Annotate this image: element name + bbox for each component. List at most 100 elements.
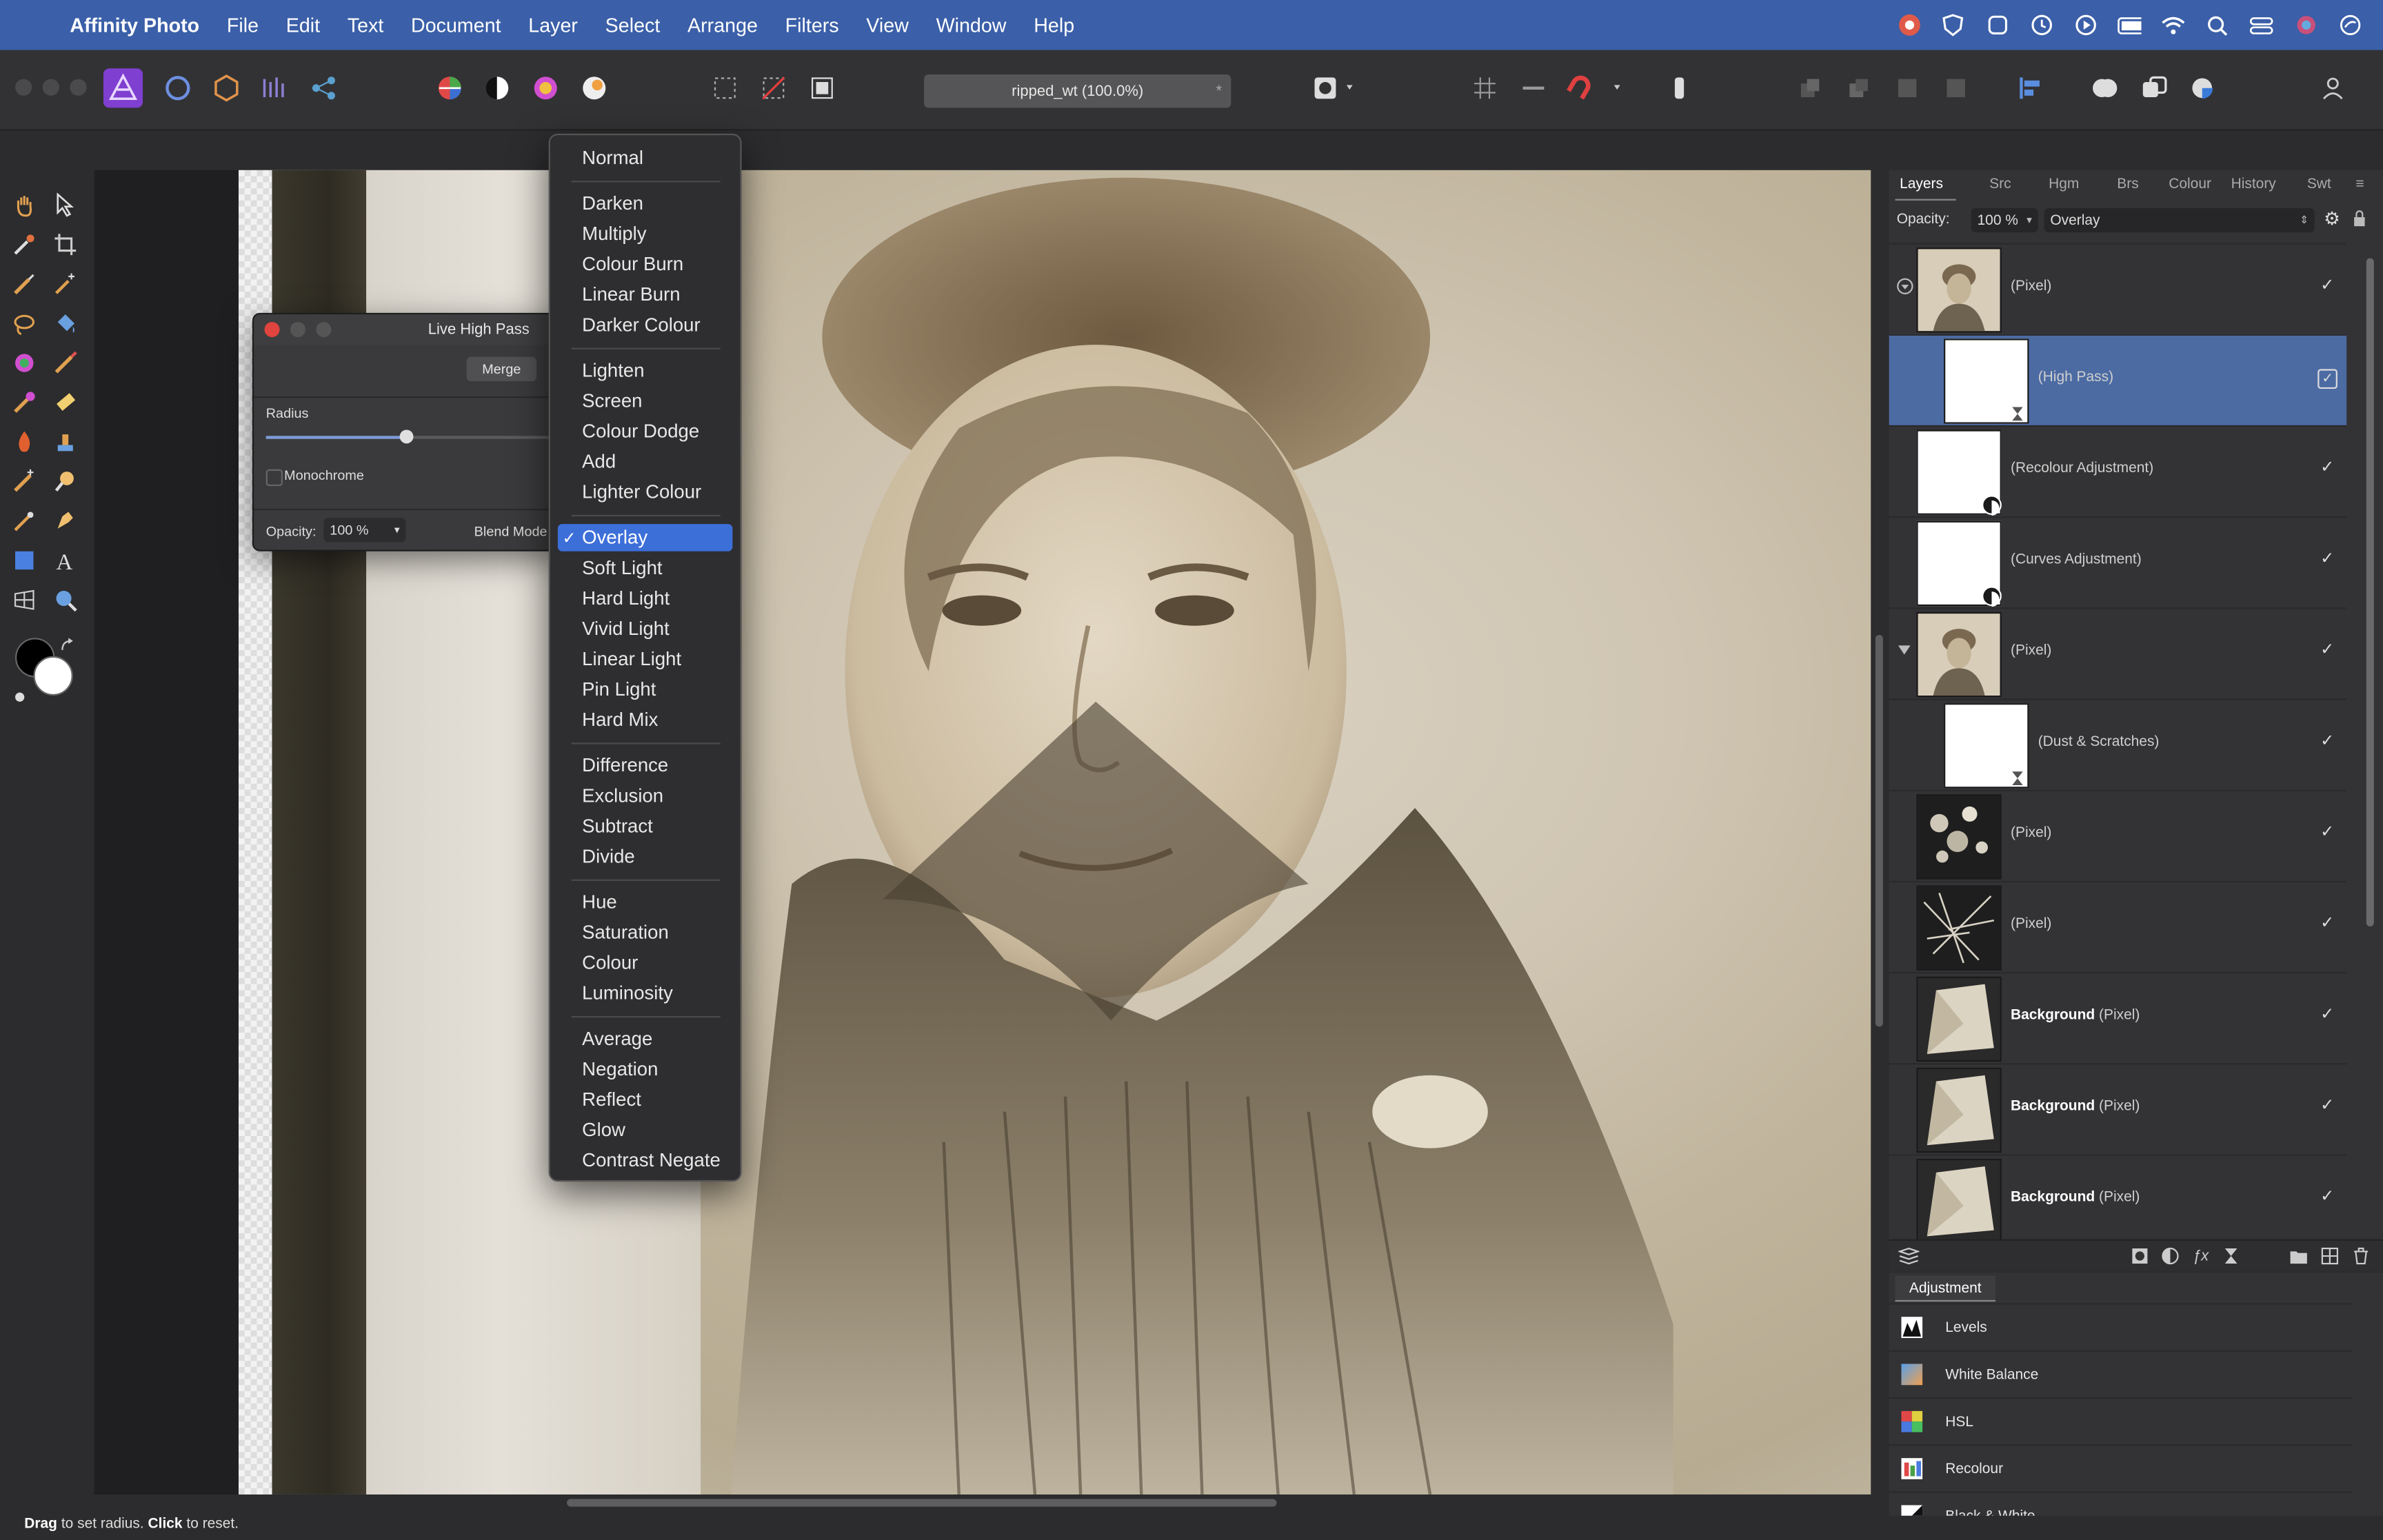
spotlight-icon[interactable] [2205,13,2229,37]
colour-replacement-brush-icon[interactable] [8,346,41,379]
auto-contrast-icon[interactable] [480,68,513,108]
blend-mode-item[interactable]: Screen [558,387,732,415]
layer-row[interactable]: (Curves Adjustment) ✓ [1889,516,2347,607]
tab-brushes[interactable]: Brs [2117,176,2138,193]
layer-row[interactable]: (High Pass) ✓ [1889,334,2347,425]
blend-mode-item[interactable]: Linear Burn [558,281,732,309]
blend-mode-item[interactable]: Colour Burn [558,251,732,278]
photo-persona-button[interactable] [103,68,143,108]
align-guide-icon[interactable] [1517,68,1550,108]
blend-mode-item[interactable]: Contrast Negate [558,1146,732,1174]
layer-visibility-checkbox[interactable]: ✓ [2320,640,2334,659]
magic-wand-tool-icon[interactable] [49,267,82,301]
tab-layers[interactable]: Layers [1900,176,1943,193]
battery-icon[interactable] [2117,13,2142,37]
color-picker-tool-icon[interactable] [8,227,41,261]
menu-edit[interactable]: Edit [272,14,334,37]
trash-icon[interactable] [2350,1246,2371,1267]
document-tab[interactable]: ripped_wt (100.0%) * [924,74,1231,108]
selection-brush-tool-icon[interactable] [8,267,41,301]
layer-row[interactable]: Background (Pixel) ✓ [1889,1063,2347,1154]
adjustment-item[interactable]: Levels [1889,1303,2353,1350]
tab-swatches[interactable]: Swt [2307,176,2331,193]
blend-mode-item[interactable]: Hue [558,889,732,916]
layer-visibility-checkbox[interactable]: ✓ [2317,369,2337,389]
snapping-magnet-icon[interactable] [1562,68,1629,108]
layer-row[interactable]: Background (Pixel) ✓ [1889,972,2347,1063]
burn-brush-tool-icon[interactable] [8,425,41,458]
mesh-warp-tool-icon[interactable] [8,583,41,616]
blend-mode-item[interactable]: Colour Dodge [558,418,732,445]
blend-mode-item[interactable]: Normal [558,144,732,172]
layer-blend-dropdown[interactable]: Overlay ⇕ [2044,207,2315,233]
rectangle-tool-icon[interactable] [8,544,41,577]
layer-row[interactable]: (Pixel) ✓ [1889,243,2347,334]
merge-button[interactable]: Merge [466,356,537,382]
marquee-selection-icon[interactable] [708,68,741,108]
blend-mode-item[interactable]: Glow [558,1116,732,1144]
arrange-front-icon[interactable] [1939,68,1972,108]
blend-mode-item[interactable]: Reflect [558,1086,732,1113]
blend-mode-item[interactable]: Difference [558,752,732,780]
menu-layer[interactable]: Layer [514,14,591,37]
blend-mode-item[interactable]: ✓ Overlay [557,524,733,551]
layer-row[interactable]: (Pixel) ✓ [1889,880,2347,972]
blend-mode-item[interactable]: Lighter Colour [558,478,732,506]
layer-stack-icon[interactable] [1898,1246,1920,1267]
secondary-colour-swatch[interactable] [33,656,73,696]
blend-mode-item[interactable]: Divide [558,843,732,871]
blend-mode-item[interactable]: Darken [558,190,732,217]
add-pixel-layer-icon[interactable] [2319,1246,2340,1267]
dialog-minimize-button[interactable] [290,322,306,338]
auto-levels-icon[interactable] [433,68,466,108]
erase-brush-tool-icon[interactable] [49,386,82,419]
opacity-dropdown[interactable]: 100 % ▾ [323,518,406,543]
layer-visibility-checkbox[interactable]: ✓ [2320,548,2334,568]
siri-icon[interactable] [2337,13,2362,37]
develop-persona-icon[interactable] [210,68,243,108]
blend-mode-item[interactable]: Average [558,1025,732,1053]
layer-visibility-checkbox[interactable]: ✓ [2320,1186,2334,1206]
layer-row[interactable]: (Pixel) ✓ [1889,789,2347,881]
blend-mode-item[interactable]: Subtract [558,813,732,840]
group-folder-icon[interactable] [2287,1246,2309,1267]
auto-white-balance-icon[interactable] [578,68,611,108]
assistant-icon[interactable] [1662,68,1696,108]
dialog-titlebar[interactable]: Live High Pass [254,314,558,345]
blend-mode-item[interactable]: Darker Colour [558,312,732,339]
blend-mode-item[interactable]: Linear Light [558,645,732,673]
vpn-icon[interactable] [1985,13,2009,37]
layer-visibility-checkbox[interactable]: ✓ [2320,1004,2334,1024]
layer-opacity-dropdown[interactable]: 100 % ▾ [1971,207,2038,233]
play-icon[interactable] [2073,13,2097,37]
time-machine-icon[interactable] [2029,13,2053,37]
blend-mode-item[interactable]: Vivid Light [558,615,732,642]
paint-brush-tool-icon[interactable] [49,346,82,379]
user-color-icon[interactable] [2293,13,2317,37]
blend-mode-item[interactable]: Multiply [558,220,732,247]
tab-histogram[interactable]: Hgm [2049,176,2079,193]
menu-help[interactable]: Help [1020,14,1088,37]
window-zoom-button[interactable] [70,79,87,96]
shield-icon[interactable] [1941,13,1965,37]
arrange-forward-icon[interactable] [1891,68,1924,108]
blend-mode-item[interactable]: Add [558,448,732,476]
zoom-tool-icon[interactable] [49,583,82,616]
layer-visibility-checkbox[interactable]: ✓ [2320,275,2334,294]
adjustment-item[interactable]: HSL [1889,1397,2353,1444]
monochrome-checkbox[interactable] [265,469,283,487]
layer-visibility-checkbox[interactable]: ✓ [2320,913,2334,932]
layer-row[interactable]: (Recolour Adjustment) ✓ [1889,425,2347,516]
arrange-backward-icon[interactable] [1842,68,1875,108]
deselect-icon[interactable] [757,68,790,108]
control-center-icon[interactable] [2249,13,2273,37]
blend-mode-item[interactable]: Colour [558,949,732,977]
blend-mode-item[interactable]: Lighten [558,357,732,385]
lock-icon[interactable] [2353,210,2366,231]
blend-mode-item[interactable]: Saturation [558,919,732,946]
window-minimize-button[interactable] [42,79,59,96]
menu-window[interactable]: Window [923,14,1020,37]
pen-tool-icon[interactable] [49,504,82,537]
boolean-add-icon[interactable] [2088,68,2121,108]
gear-icon[interactable]: ⚙ [2324,208,2340,230]
